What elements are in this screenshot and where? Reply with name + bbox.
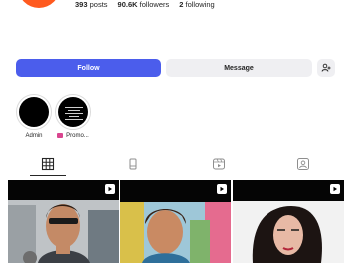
- post-image: [120, 180, 231, 263]
- highlight-cover: [58, 97, 88, 127]
- message-button[interactable]: Message: [166, 59, 312, 77]
- posts-label: posts: [89, 0, 108, 9]
- promo-cover-text: [65, 107, 83, 122]
- following-label: following: [185, 0, 215, 9]
- add-user-icon: [321, 63, 331, 72]
- reels-icon: [129, 158, 137, 170]
- play-icon: [220, 186, 224, 192]
- tab-tagged[interactable]: [296, 157, 310, 171]
- active-tab-indicator: [30, 175, 66, 176]
- profile-avatar[interactable]: [18, 0, 60, 8]
- highlight-ring: [55, 94, 91, 130]
- profile-stats: 393 posts 90.6K followers 2 following: [75, 0, 215, 12]
- grid-icon: [41, 157, 55, 171]
- reel-badge: [330, 184, 340, 194]
- highlight-ring: [16, 94, 52, 130]
- play-icon: [108, 186, 112, 192]
- highlight-cover: [19, 97, 49, 127]
- following-count: 2: [179, 0, 184, 9]
- tab-videos[interactable]: [212, 157, 226, 171]
- posts-count: 393: [75, 0, 88, 9]
- post-image: [8, 180, 119, 263]
- tab-reels[interactable]: [126, 157, 140, 171]
- post-image: [233, 180, 344, 263]
- highlight-label: Admin: [25, 133, 43, 139]
- followers-count: 90.6K: [117, 0, 138, 9]
- posts-grid: [8, 180, 344, 263]
- play-icon: [333, 186, 337, 192]
- post-thumbnail[interactable]: [120, 180, 231, 263]
- followers-label: followers: [139, 0, 170, 9]
- highlight-promo[interactable]: Promo...: [53, 94, 93, 139]
- tab-posts[interactable]: [41, 157, 55, 171]
- highlight-admin[interactable]: Admin: [14, 94, 54, 139]
- following-stat[interactable]: 2 following: [179, 0, 214, 12]
- promo-emoji-icon: [57, 133, 64, 138]
- post-thumbnail[interactable]: [8, 180, 119, 263]
- follow-button[interactable]: Follow: [16, 59, 161, 77]
- tagged-icon: [297, 158, 309, 170]
- profile-tabs: [0, 152, 350, 176]
- post-thumbnail[interactable]: [233, 180, 344, 263]
- followers-stat[interactable]: 90.6K followers: [118, 0, 170, 12]
- reel-badge: [105, 184, 115, 194]
- reel-badge: [217, 184, 227, 194]
- video-icon: [213, 158, 225, 170]
- suggested-users-button[interactable]: [317, 59, 335, 77]
- highlight-label: Promo...: [53, 133, 93, 139]
- posts-stat[interactable]: 393 posts: [75, 0, 108, 12]
- highlight-label-text: Promo...: [66, 133, 89, 140]
